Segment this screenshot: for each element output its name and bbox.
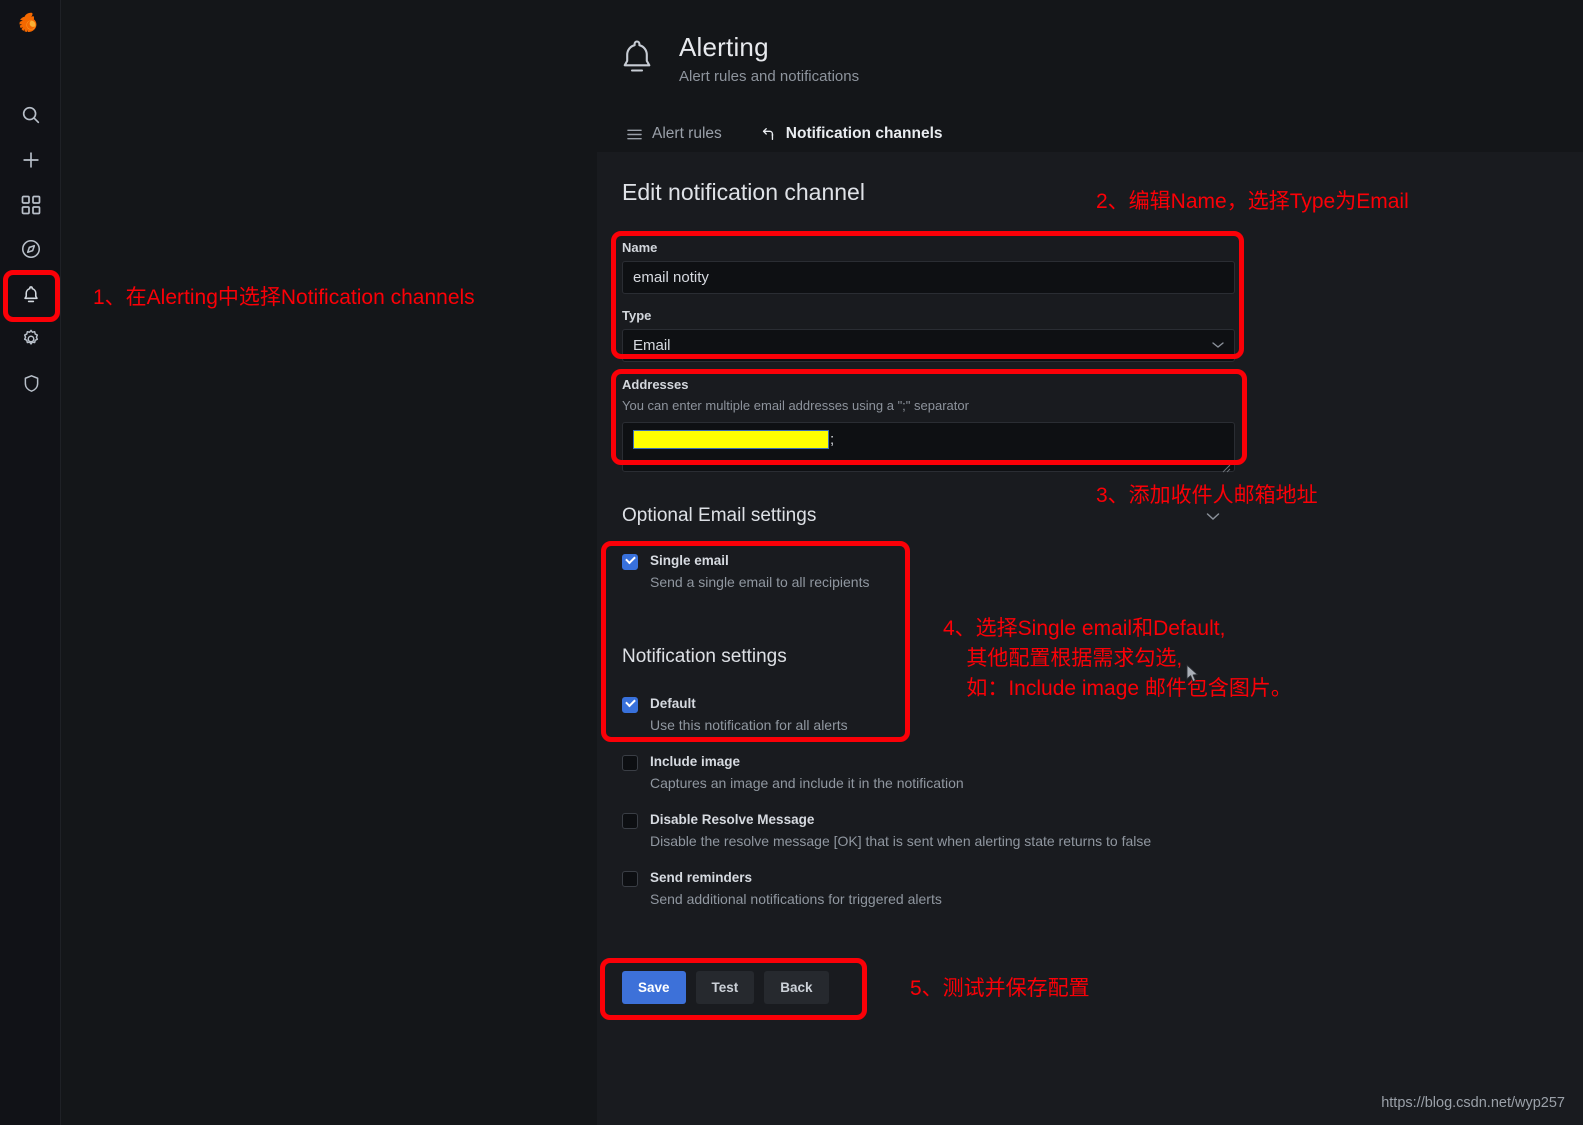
checkbox-send-reminders[interactable]: Send reminders Send additional notificat… (622, 869, 1182, 907)
back-button[interactable]: Back (764, 971, 829, 1004)
search-icon (20, 104, 42, 126)
panel-title: Edit notification channel (622, 179, 865, 205)
checkbox-description: Use this notification for all alerts (650, 717, 848, 733)
checkbox-single-email[interactable]: Single email Send a single email to all … (622, 552, 1042, 590)
sidebar-item-dashboards[interactable] (14, 188, 48, 222)
shield-admin-icon (21, 373, 42, 394)
mouse-cursor-icon (1186, 664, 1200, 684)
tab-notification-channels[interactable]: Notification channels (751, 120, 951, 155)
checkbox-label: Single email (650, 553, 729, 568)
gear-configuration-icon (20, 328, 42, 350)
sidebar-item-create[interactable] (14, 143, 48, 177)
annotation-5: 5、测试并保存配置 (910, 977, 1090, 1000)
sidebar-item-alerting[interactable] (14, 278, 48, 312)
checkbox-label: Include image (650, 754, 741, 769)
optional-email-settings-heading: Optional Email settings (622, 505, 817, 526)
checkbox-indicator[interactable] (622, 553, 638, 570)
page-subtitle: Alert rules and notifications (679, 67, 860, 85)
addresses-help-text: You can enter multiple email addresses u… (622, 398, 969, 413)
checkbox-label: Disable Resolve Message (650, 812, 815, 827)
plus-icon (20, 149, 42, 171)
name-type-group: Name email notity Type Email (622, 240, 1235, 362)
name-label: Name (622, 240, 658, 255)
tab-label: Alert rules (652, 125, 722, 142)
sidebar-item-configuration[interactable] (14, 322, 48, 356)
list-icon (627, 127, 642, 142)
checkbox-indicator[interactable] (622, 813, 638, 829)
form-actions: Save Test Back (622, 971, 829, 1004)
addresses-label: Addresses (622, 377, 689, 392)
checkbox-description: Captures an image and include it in the … (650, 775, 964, 791)
name-input-value: email notity (633, 269, 709, 286)
app-root: Alerting Alert rules and notifications A… (0, 0, 1583, 1125)
addresses-value-suffix: ; (830, 431, 835, 448)
addresses-group: Addresses You can enter multiple email a… (622, 377, 1235, 473)
save-button[interactable]: Save (622, 971, 686, 1004)
test-button[interactable]: Test (695, 971, 755, 1004)
checkbox-indicator[interactable] (622, 696, 638, 713)
textarea-resize-grip[interactable] (1222, 460, 1231, 473)
sidebar-item-search[interactable] (14, 98, 48, 132)
watermark: https://blog.csdn.net/wyp257 (1381, 1095, 1565, 1111)
redacted-email-value (633, 430, 829, 449)
page-header: Alerting Alert rules and notifications (617, 33, 859, 85)
dashboards-grid-icon (21, 195, 41, 215)
chevron-down-icon (1212, 340, 1224, 352)
bell-alerting-icon (20, 284, 42, 306)
checkbox-include-image[interactable]: Include image Captures an image and incl… (622, 753, 1182, 791)
type-label: Type (622, 308, 652, 323)
checkbox-indicator[interactable] (622, 871, 638, 887)
type-select[interactable]: Email (622, 329, 1235, 362)
chevron-down-icon-decoration (1206, 508, 1220, 524)
checkbox-description: Send a single email to all recipients (650, 574, 870, 590)
addresses-textarea[interactable]: ; (622, 422, 1235, 473)
checkbox-disable-resolve-message[interactable]: Disable Resolve Message Disable the reso… (622, 811, 1322, 849)
tab-label: Notification channels (785, 125, 943, 142)
checkbox-description: Send additional notifications for trigge… (650, 891, 942, 907)
checkbox-label: Send reminders (650, 870, 753, 885)
tab-alert-rules[interactable]: Alert rules (625, 120, 724, 155)
grafana-logo-icon[interactable] (17, 11, 45, 39)
notification-settings-heading: Notification settings (622, 646, 787, 667)
sidebar (0, 0, 61, 1125)
type-select-value: Email (633, 337, 671, 354)
share-arrow-icon (760, 126, 776, 142)
page-title: Alerting (679, 32, 769, 62)
tab-bar: Alert rules Notification channels (625, 120, 951, 155)
annotation-4: 4、选择Single email和Default, 其他配置根据需求勾选, 如：… (943, 617, 1292, 700)
annotation-3: 3、添加收件人邮箱地址 (1096, 484, 1318, 507)
bell-icon (617, 36, 657, 82)
sidebar-item-explore[interactable] (14, 232, 48, 266)
compass-explore-icon (20, 238, 42, 260)
name-input[interactable]: email notity (622, 261, 1235, 294)
annotation-2: 2、编辑Name，选择Type为Email (1096, 190, 1409, 213)
checkbox-description: Disable the resolve message [OK] that is… (650, 833, 1152, 849)
annotation-1: 1、在Alerting中选择Notification channels (93, 286, 475, 309)
sidebar-item-server-admin[interactable] (14, 366, 48, 400)
checkbox-indicator[interactable] (622, 755, 638, 771)
